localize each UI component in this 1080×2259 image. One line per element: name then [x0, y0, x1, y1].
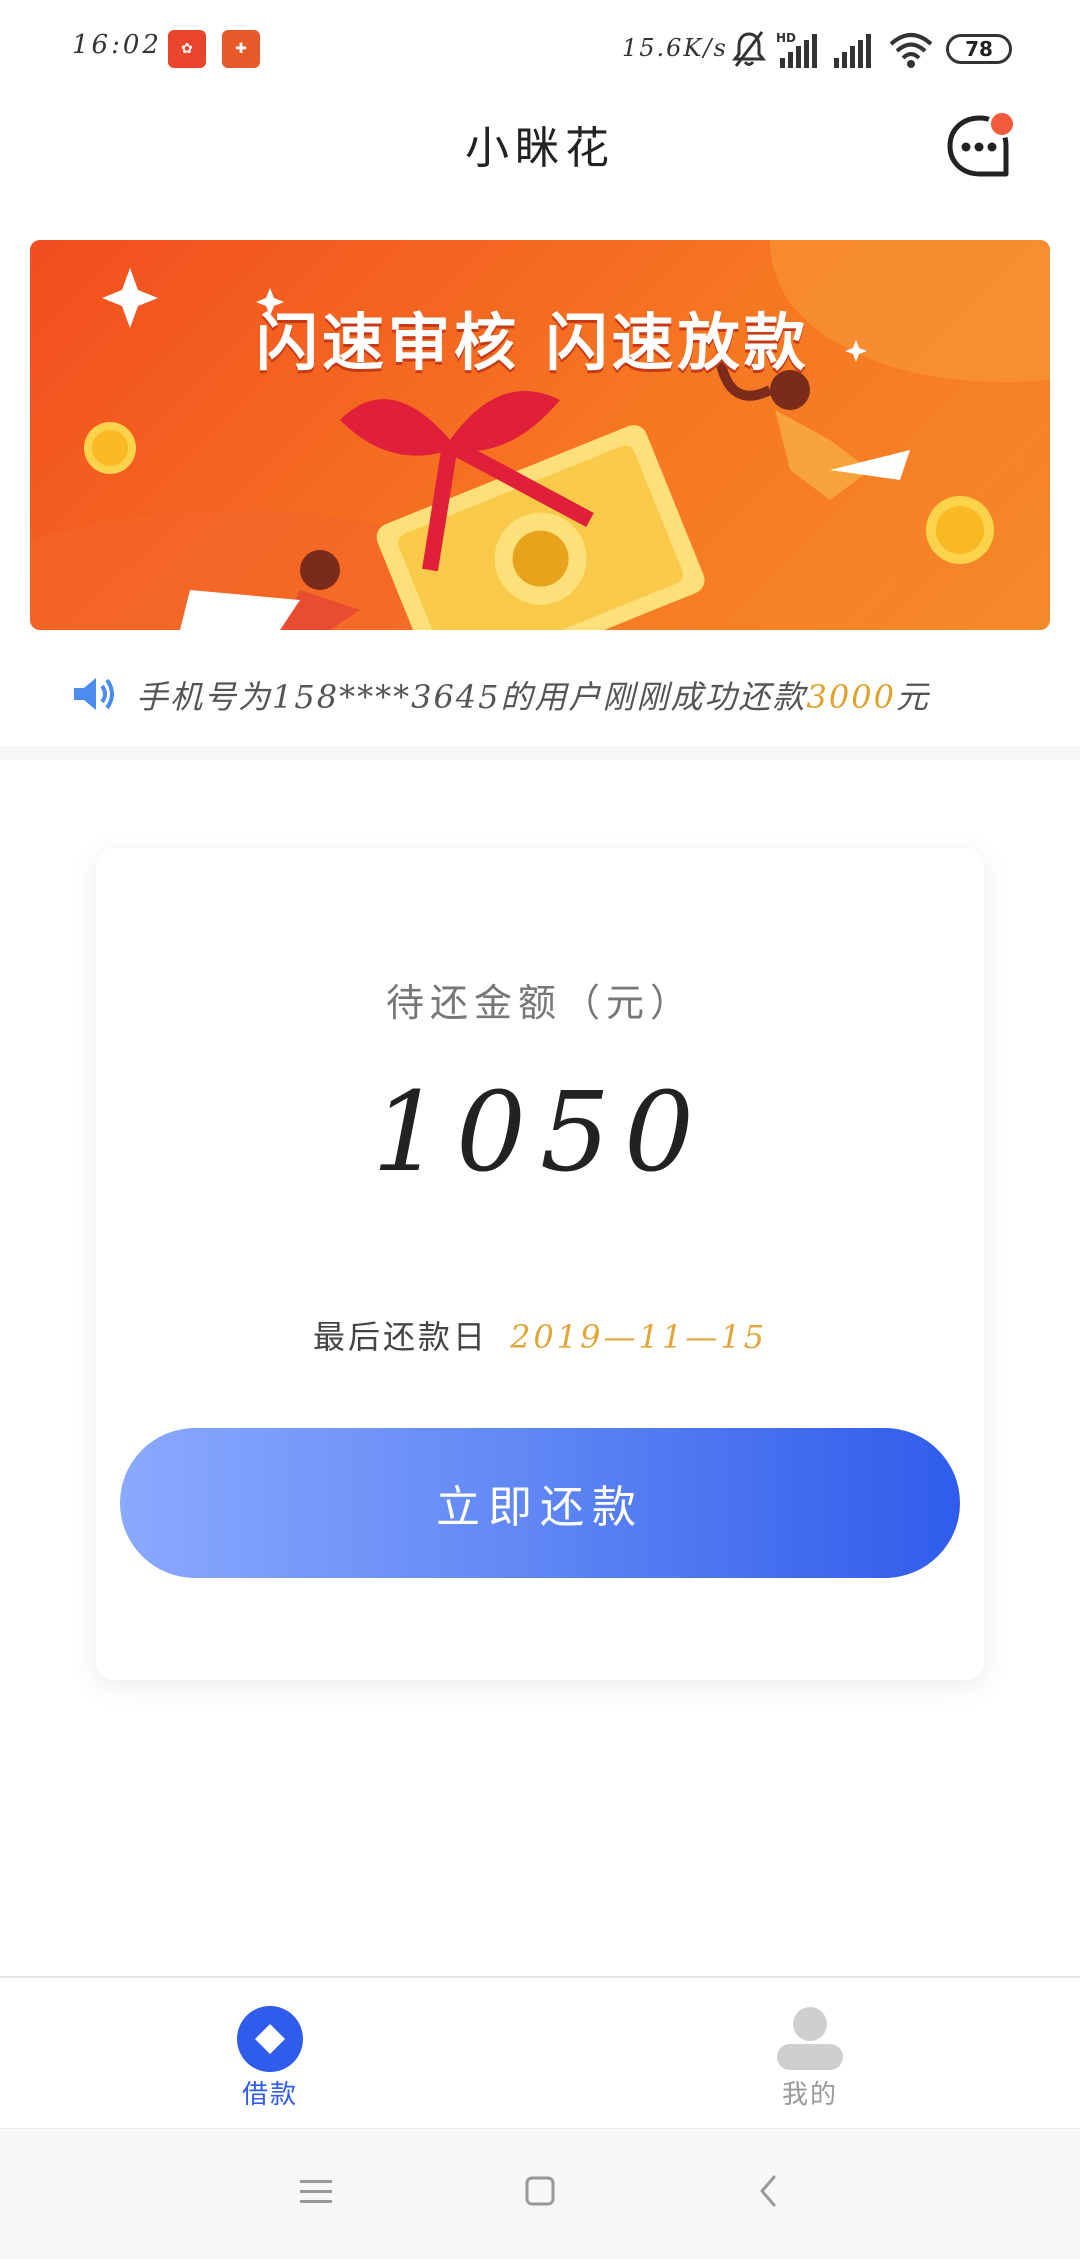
- bottom-tab-bar: 借款 我的: [0, 1976, 1080, 2130]
- notification-dot: [988, 110, 1016, 138]
- notification-app-icon: ✚: [222, 30, 260, 68]
- repayment-card: 待还金额（元） 1050 最后还款日 2019—11—15 立即还款: [96, 848, 984, 1680]
- due-date-label: 最后还款日: [313, 1318, 489, 1356]
- notice-suffix: 元: [895, 678, 930, 716]
- repayment-notice: 手机号为158****3645的用户刚刚成功还款3000元: [0, 640, 1080, 746]
- status-bar: 16:02 ✿ ✚ 15.6K/s HD 78: [0, 0, 1080, 100]
- battery-indicator: 78: [946, 34, 1012, 64]
- wifi-icon: [889, 33, 933, 68]
- svg-text:HD: HD: [776, 31, 796, 45]
- due-date-row: 最后还款日 2019—11—15: [96, 1312, 984, 1358]
- page-title: 小眯花: [465, 123, 615, 174]
- speaker-icon: [74, 678, 114, 710]
- promo-banner[interactable]: 闪速审核 闪速放款: [30, 240, 1050, 630]
- amount-due-value: 1050: [372, 1068, 708, 1196]
- banner-title: 闪速审核 闪速放款: [256, 306, 810, 379]
- back-icon[interactable]: [756, 2173, 780, 2209]
- status-time: 16:02: [72, 30, 162, 60]
- tab-mine-label: 我的: [781, 2080, 838, 2110]
- notice-prefix: 手机号为158****3645的用户刚刚成功还款: [136, 678, 807, 716]
- message-button[interactable]: [944, 110, 1016, 182]
- notice-text: 手机号为158****3645的用户刚刚成功还款3000元: [136, 672, 930, 718]
- net-speed: 15.6K/s: [622, 34, 728, 62]
- section-divider: [0, 746, 1080, 760]
- app-header: 小眯花: [0, 100, 1080, 230]
- signal-hd-icon: HD: [776, 31, 817, 68]
- system-navigation-bar: [0, 2128, 1080, 2259]
- bell-muted-icon: [732, 31, 766, 67]
- notice-amount: 3000: [806, 678, 896, 716]
- notification-app-icon: ✿: [168, 30, 206, 68]
- battery-level: 78: [965, 37, 993, 61]
- amount-due-label: 待还金额（元）: [385, 981, 694, 1025]
- menu-icon[interactable]: [298, 2177, 334, 2207]
- signal-icon: [834, 34, 871, 68]
- tab-loan[interactable]: 借款: [0, 1978, 540, 2130]
- tab-loan-label: 借款: [241, 2080, 298, 2110]
- home-icon[interactable]: [524, 2175, 556, 2207]
- repay-now-button[interactable]: 立即还款: [120, 1428, 960, 1578]
- due-date-value: 2019—11—15: [510, 1318, 767, 1356]
- user-icon: [777, 2007, 843, 2070]
- tab-mine[interactable]: 我的: [540, 1978, 1080, 2130]
- loan-diamond-icon: [237, 2006, 303, 2072]
